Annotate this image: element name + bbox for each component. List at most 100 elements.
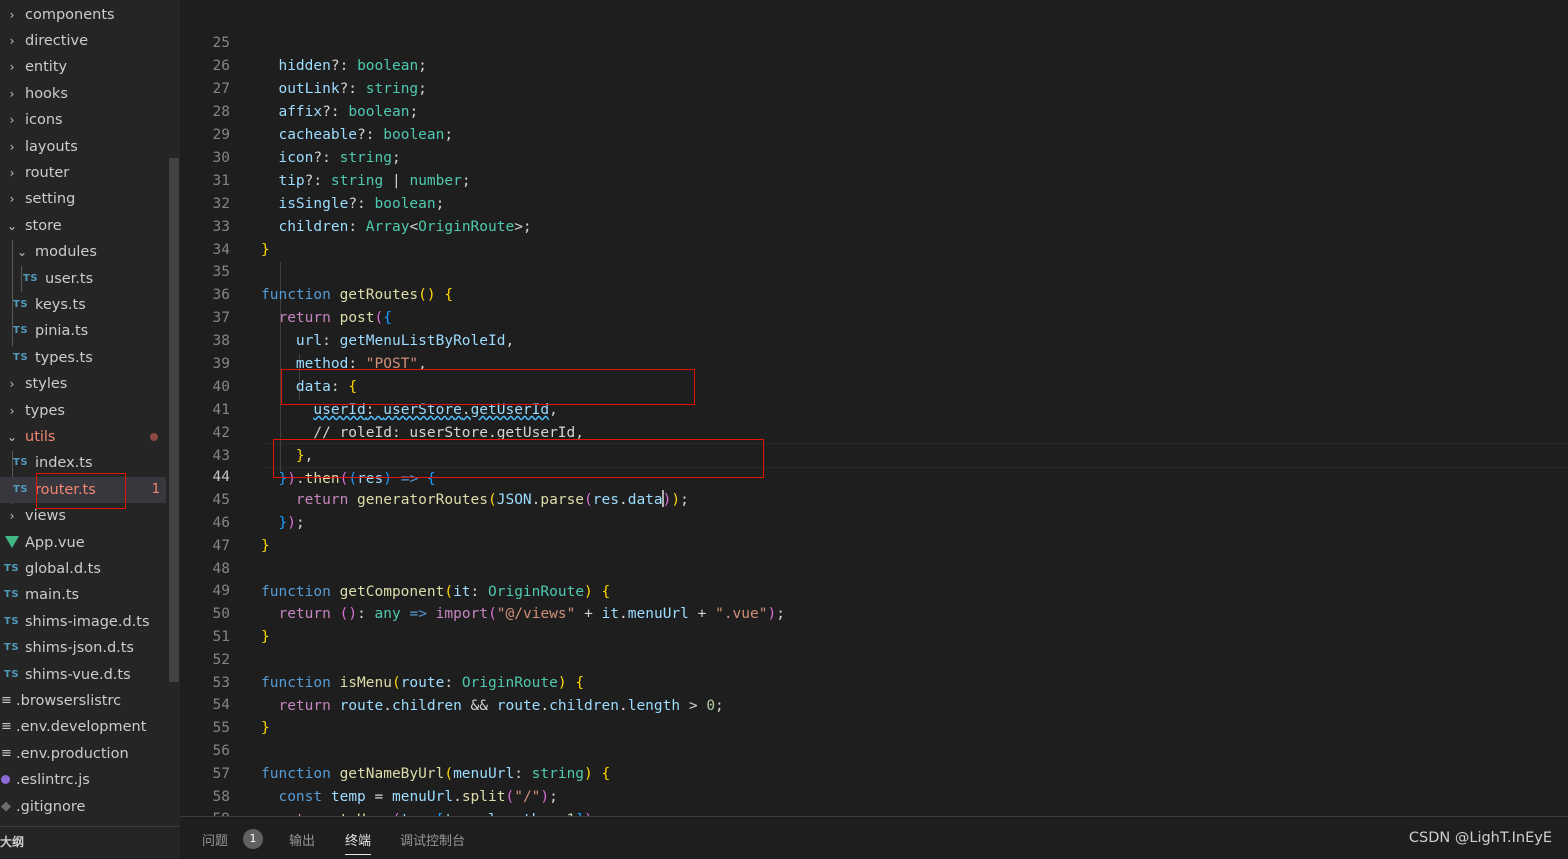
tree-file-app-vue[interactable]: App.vue [0,530,166,556]
code-line: 48 function getComponent(it: OriginRoute… [180,535,1568,600]
tree-folder-hooks[interactable]: › hooks [0,81,166,107]
tree-item-label: pinia.ts [35,323,89,339]
typescript-file-icon: TS [4,669,20,680]
sidebar-scrollbar[interactable] [169,158,179,682]
tree-item-label: .env.production [16,746,129,762]
code-line: 27 affix?: boolean; [180,55,1568,120]
tree-folder-components[interactable]: › components [0,2,166,28]
tree-item-label: user.ts [45,271,94,287]
tree-item-label: layouts [25,139,78,155]
tab-terminal[interactable]: 终端 [345,830,372,855]
code-line: 38 method: "POST", [180,307,1568,372]
tree-file-shims-json-d-ts[interactable]: TS shims-json.d.ts [0,635,166,661]
typescript-file-icon: TS [4,616,20,627]
tree-file-env-development[interactable]: ≡ .env.development [0,714,166,740]
typescript-file-icon: TS [4,642,20,653]
chevron-right-icon: › [9,509,15,523]
code-line: 58 return toHump(temp[temp.length - 1]); [180,763,1568,816]
csdn-watermark: CSDN @LighT.InEyE [1408,830,1552,846]
error-status-dot [150,433,158,441]
tree-folder-modules[interactable]: ⌄ modules [0,239,166,265]
tree-item-label: types.ts [35,350,93,366]
tree-file-eslintrc-js[interactable]: .eslintrc.js [0,767,166,793]
typescript-file-icon: TS [23,273,39,284]
tree-file-browserslistrc[interactable]: ≡ .browserslistrc [0,688,166,714]
tree-file-types-ts[interactable]: TS types.ts [0,345,166,371]
tree-folder-layouts[interactable]: › layouts [0,134,166,160]
tree-item-label: shims-vue.d.ts [25,667,131,683]
tree-folder-directive[interactable]: › directive [0,28,166,54]
tree-item-label: .env.development [16,719,147,735]
code-line: 31 isSingle?: boolean; [180,147,1568,212]
tree-folder-types[interactable]: › types [0,398,166,424]
tree-folder-entity[interactable]: › entity [0,54,166,80]
tree-folder-utils[interactable]: ⌄ utils [0,424,166,450]
problem-count-badge: 1 [151,482,160,497]
line-number: 59 [180,808,230,816]
code-text: return toHump(temp[temp.length - 1]); [261,809,601,816]
tree-file-user-ts[interactable]: TS user.ts [0,266,166,292]
config-file-icon: ≡ [1,746,12,761]
chevron-right-icon: › [9,166,15,180]
config-file-icon: ≡ [1,719,12,734]
code-line: 37 url: getMenuListByRoleId, [180,284,1568,349]
typescript-file-icon: TS [13,484,29,495]
tree-file-keys-ts[interactable]: TS keys.ts [0,292,166,318]
tree-folder-setting[interactable]: › setting [0,186,166,212]
tree-file-global-d-ts[interactable]: TS global.d.ts [0,556,166,582]
outline-section-header[interactable]: 大纲 [0,826,180,858]
code-line: 56 function getNameByUrl(menuUrl: string… [180,717,1568,782]
chevron-right-icon: › [9,140,15,154]
tree-item-label: setting [25,191,76,207]
chevron-right-icon: › [9,87,15,101]
chevron-right-icon: › [9,34,15,48]
tree-item-label: hooks [25,86,68,102]
code-line: 54 } [180,671,1568,736]
outline-title: 大纲 [0,835,25,849]
tree-folder-router[interactable]: › router [0,160,166,186]
typescript-file-icon: TS [13,325,29,336]
tree-item-label: modules [35,244,97,260]
tree-folder-styles[interactable]: › styles [0,371,166,397]
vue-file-icon [5,536,19,548]
annotation-box-router-ts [36,473,126,509]
tree-item-label: router [25,165,70,181]
tree-file-shims-vue-d-ts[interactable]: TS shims-vue.d.ts [0,662,166,688]
code-line: 49 return (): any => import("@/views" + … [180,557,1568,622]
code-line: 46 } [180,489,1568,554]
explorer-sidebar: › components › directive › entity › hook… [0,0,180,858]
code-line: 59 } [180,785,1568,816]
tree-item-label: icons [25,112,63,128]
chevron-right-icon: › [9,60,15,74]
tree-item-label: .gitignore [16,799,86,815]
tree-file-env-production[interactable]: ≡ .env.production [0,741,166,767]
tree-file-pinia-ts[interactable]: TS pinia.ts [0,318,166,344]
tree-item-label: styles [25,376,68,392]
code-line: 36 return post({ [180,261,1568,326]
tree-file-gitignore[interactable]: ◆ .gitignore [0,794,166,820]
chevron-right-icon: › [9,192,15,206]
tree-item-label: .eslintrc.js [16,772,90,788]
tree-file-main-ts[interactable]: TS main.ts [0,582,166,608]
typescript-file-icon: TS [4,563,20,574]
code-line: 30 tip?: string | number; [180,124,1568,189]
code-editor[interactable]: 25 hidden?: boolean; 26 outLink?: string… [180,0,1568,816]
tab-problems[interactable]: 问题 [202,830,228,849]
code-line: 50 } [180,580,1568,645]
tree-folder-store[interactable]: ⌄ store [0,213,166,239]
tree-item-label: App.vue [25,535,85,551]
panel-tab-bar: 问题 1 输出 终端 调试控制台 CSDN @LighT.InEyE [180,816,1568,859]
tree-item-label: keys.ts [35,297,86,313]
tab-debug-console[interactable]: 调试控制台 [400,830,465,849]
chevron-right-icon: › [9,404,15,418]
tree-item-label: main.ts [25,587,80,603]
eslint-file-icon [1,775,10,784]
tab-output[interactable]: 输出 [289,830,315,849]
annotation-box-json-parse [273,439,764,478]
tree-file-shims-image-d-ts[interactable]: TS shims-image.d.ts [0,609,166,635]
tree-folder-icons[interactable]: › icons [0,107,166,133]
tree-item-label: global.d.ts [25,561,101,577]
code-line: 35 function getRoutes() { [180,238,1568,303]
config-file-icon: ≡ [1,693,12,708]
typescript-file-icon: TS [13,299,29,310]
